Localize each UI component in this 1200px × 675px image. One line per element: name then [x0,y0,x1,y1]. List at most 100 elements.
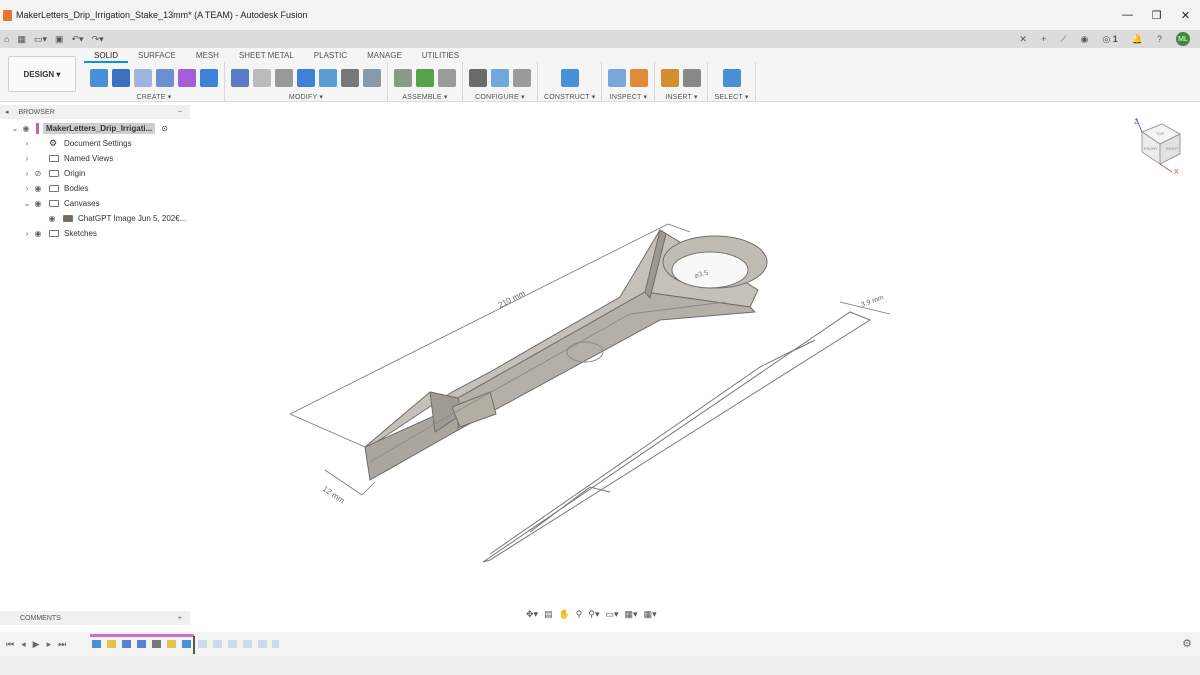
cube-right-label[interactable]: RIGHT [1166,146,1179,151]
browser-item[interactable]: › ⊘ Origin [0,166,190,181]
file-menu-icon[interactable]: ▭▾ [34,34,47,45]
chevron-right-icon[interactable]: › [22,169,32,178]
chevron-right-icon[interactable]: › [22,229,32,238]
move-icon[interactable] [341,69,359,87]
activate-radio-icon[interactable]: ⊙ [161,124,168,133]
redo-icon[interactable]: ↷▾ [92,34,104,45]
help-icon[interactable]: ? [1157,34,1162,44]
ribbon-group-label[interactable]: CREATE ▾ [137,93,172,101]
ribbon-group-label[interactable]: INSPECT ▾ [610,93,647,101]
eye-icon[interactable]: ◉ [46,214,58,223]
undo-icon[interactable]: ↶▾ [72,34,84,45]
viewports-icon[interactable]: ▦▾ [644,609,657,620]
canvas-icon[interactable] [683,69,702,87]
eye-icon[interactable]: ⊘ [32,169,44,178]
close-window-button[interactable]: ✕ [1171,0,1200,30]
browser-item[interactable]: › ⚙ Document Settings [0,136,190,151]
chevron-down-icon[interactable]: ⌄ [10,124,20,133]
table-icon[interactable] [491,69,509,87]
browser-item[interactable]: ⌄ ◉ Canvases [0,196,190,211]
select-icon[interactable] [722,69,741,87]
data-panel-icon[interactable]: ▦ [17,34,26,45]
section-icon[interactable] [630,69,649,87]
eye-icon[interactable]: ◉ [32,229,44,238]
orbit-icon[interactable]: ✥▾ [526,609,538,620]
step-forward-icon[interactable]: ▸ [47,639,52,650]
display-settings-icon[interactable]: ▭▾ [606,609,619,620]
restore-button[interactable]: ❐ [1142,0,1171,30]
timeline-settings-gear-icon[interactable]: ⚙ [1182,637,1192,650]
save-icon[interactable]: ▣ [55,34,64,45]
box-icon[interactable] [200,69,218,87]
eye-icon[interactable]: ◉ [32,199,44,208]
play-icon[interactable]: ▶ [33,639,40,650]
sketch-icon[interactable] [90,69,108,87]
timeline-features[interactable] [90,634,280,654]
chevron-right-icon[interactable]: › [22,184,32,193]
job-status-icon[interactable]: ◎ 1 [1102,34,1117,45]
insert-icon[interactable] [661,69,680,87]
pan-icon[interactable]: ✋ [559,609,570,620]
grid-icon[interactable]: ▦▾ [625,609,638,620]
browser-minimize-icon[interactable]: − [178,109,182,116]
configure-icon[interactable] [469,69,487,87]
joint-icon[interactable] [394,69,412,87]
form-icon[interactable] [178,69,196,87]
ribbon-group-create: CREATE ▾ [84,62,225,101]
chevron-right-icon[interactable]: › [22,154,32,163]
measure-icon[interactable] [608,69,627,87]
view-cube[interactable]: Z X TOP FRONT RIGHT [1134,117,1184,176]
close-tab-icon[interactable]: ✕ [1019,34,1027,45]
chamfer-icon[interactable] [275,69,293,87]
eye-icon[interactable]: ◉ [32,184,44,193]
step-back-icon[interactable]: ◂ [21,639,26,650]
extensions-icon[interactable]: ⟋ [1060,34,1066,45]
combine-icon[interactable] [297,69,315,87]
revolve-icon[interactable] [134,69,152,87]
ribbon-group-label[interactable]: ASSEMBLE ▾ [402,93,447,101]
ribbon-group-label[interactable]: MODIFY ▾ [289,93,323,101]
minimize-button[interactable]: — [1113,0,1142,30]
motion-icon[interactable] [438,69,456,87]
eye-icon[interactable]: ◉ [20,124,32,133]
extrude-icon[interactable] [112,69,130,87]
avatar[interactable]: ML [1176,32,1190,46]
chevron-down-icon[interactable]: ⌄ [22,199,32,208]
sweep-icon[interactable] [156,69,174,87]
browser-item[interactable]: › ◉ Bodies [0,181,190,196]
z-axis-label: Z [1134,119,1139,126]
plane-icon[interactable] [560,69,579,87]
browser-item[interactable]: › Named Views [0,151,190,166]
browser-root[interactable]: ⌄ ◉ MakerLetters_Drip_Irrigati... ⊙ [0,121,190,136]
notifications-icon[interactable]: 🔔 [1132,34,1143,45]
cube-front-label[interactable]: FRONT [1144,146,1158,151]
ribbon-group-label[interactable]: INSERT ▾ [665,93,697,101]
browser-item[interactable]: › ◉ Sketches [0,226,190,241]
add-comment-icon[interactable]: + [178,615,182,622]
go-to-start-icon[interactable]: ⏮ [6,639,14,650]
root-component-name[interactable]: MakerLetters_Drip_Irrigati... [43,123,156,134]
canvas-viewport[interactable]: 210 mm 12 mm ⌀3.5 3.9 mm [190,102,1200,622]
browser-item[interactable]: ◉ ChatGPT Image Jun 5, 202€... [0,211,190,226]
chevron-right-icon[interactable]: › [22,139,32,148]
zoom-icon[interactable]: ⚲ [576,609,583,620]
online-status-icon[interactable]: ◉ [1081,34,1089,45]
ribbon-group-label[interactable]: CONSTRUCT ▾ [544,93,595,101]
comments-panel[interactable]: COMMENTS + [0,611,190,625]
new-tab-icon[interactable]: + [1041,34,1046,44]
press-pull-icon[interactable] [231,69,249,87]
workspace-switcher[interactable]: DESIGN ▾ [8,56,76,92]
fillet-icon[interactable] [253,69,271,87]
look-at-icon[interactable]: ▤ [544,609,553,620]
ribbon-group-label[interactable]: SELECT ▾ [714,93,748,101]
zoom-window-icon[interactable]: ⚲▾ [588,609,599,620]
collapse-browser-icon[interactable]: ◂ [5,108,9,116]
go-to-end-icon[interactable]: ⏭ [58,639,66,650]
cube-top-label[interactable]: TOP [1156,131,1164,136]
parameters-icon[interactable] [363,69,381,87]
shell-icon[interactable] [319,69,337,87]
theme-icon[interactable] [513,69,531,87]
component-icon[interactable] [416,69,434,87]
home-icon[interactable]: ⌂ [4,34,9,44]
ribbon-group-label[interactable]: CONFIGURE ▾ [475,93,525,101]
